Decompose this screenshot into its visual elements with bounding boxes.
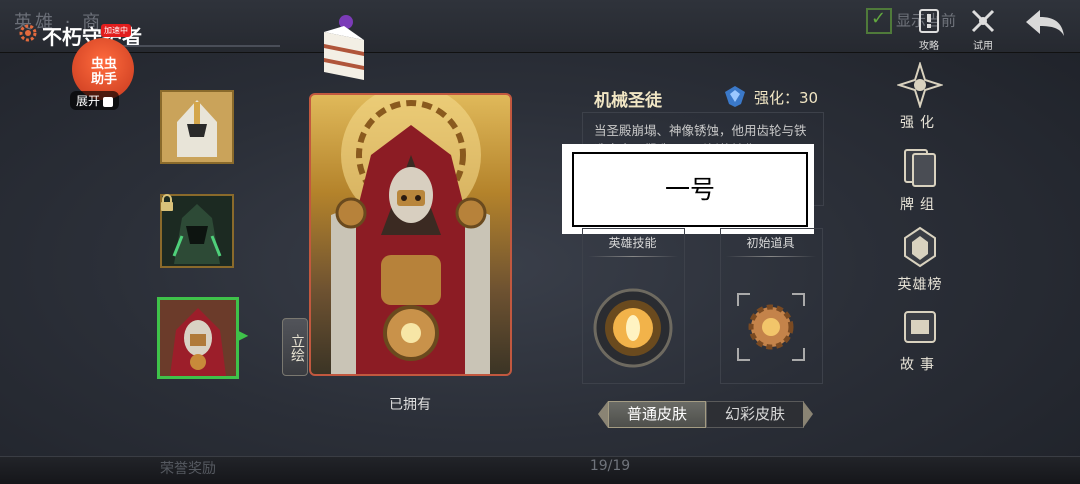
mechanical-saint-art xyxy=(331,95,490,374)
hero-thumbnail-selected[interactable] xyxy=(157,297,239,379)
nav-deck-label: 牌组 xyxy=(900,197,940,213)
owned-status: 已拥有 xyxy=(389,397,431,413)
expand-button[interactable]: 展开 xyxy=(70,91,120,110)
helper-widget-label: 虫虫 助手 xyxy=(90,57,117,87)
divider xyxy=(120,45,280,47)
tab-rainbow-skin[interactable]: 幻彩皮肤 xyxy=(706,401,804,428)
nav-story[interactable]: 故事 xyxy=(890,304,950,374)
trial-label: 试用 xyxy=(973,41,993,52)
skill-icon[interactable] xyxy=(592,287,674,369)
enhance-star-icon xyxy=(895,60,945,110)
checkbox-icon[interactable] xyxy=(866,8,892,34)
nav-enhance[interactable]: 强化 xyxy=(890,60,950,132)
nav-ranking-label: 英雄榜 xyxy=(897,277,943,293)
guide-icon xyxy=(919,9,939,33)
page-indicator: 19/19 xyxy=(589,458,631,474)
hero-title: 机械圣徒 xyxy=(594,91,662,111)
back-arrow-icon[interactable] xyxy=(1022,4,1068,40)
paladin-portrait-icon xyxy=(162,92,232,162)
deck-cards-icon xyxy=(904,149,936,187)
reward-button[interactable]: 荣誉奖励 xyxy=(160,458,216,478)
story-book-icon xyxy=(904,311,936,343)
starting-item-label: 初始道具 xyxy=(746,236,795,250)
helper-status-badge: 加速中 xyxy=(101,24,131,37)
hero-thumbnail-paladin[interactable] xyxy=(160,90,234,164)
crossed-swords-icon xyxy=(971,9,995,33)
expand-label: 展开 xyxy=(76,94,101,108)
divider xyxy=(726,256,816,257)
gear-item-icon[interactable] xyxy=(736,292,806,362)
nav-deck[interactable]: 牌组 xyxy=(890,144,950,214)
enhance-level: 强化：30 xyxy=(754,89,819,107)
divider xyxy=(588,256,678,257)
lock-icon xyxy=(161,194,173,211)
selected-arrow-icon: ▶ xyxy=(236,325,249,344)
overlay-tag-label: 一号 xyxy=(572,152,808,227)
nav-ranking[interactable]: 英雄榜 xyxy=(890,224,950,294)
hero-skill-label: 英雄技能 xyxy=(608,236,657,250)
ranking-crest-icon xyxy=(904,226,936,268)
gear-logo-icon xyxy=(19,24,37,42)
mechanical-saint-portrait-icon xyxy=(160,300,236,376)
portrait-toggle-button[interactable]: 立绘 xyxy=(282,318,308,376)
enhance-crest-icon xyxy=(725,86,745,107)
nav-story-label: 故事 xyxy=(900,357,940,373)
tab-left-cap-icon xyxy=(598,401,608,428)
trial-button[interactable]: 试用 xyxy=(966,8,1000,52)
guide-button[interactable]: 攻略 xyxy=(912,8,946,52)
tab-normal-skin[interactable]: 普通皮肤 xyxy=(608,401,706,428)
hero-card-art[interactable] xyxy=(309,93,512,376)
dice-icon xyxy=(103,96,114,107)
guide-label: 攻略 xyxy=(919,41,939,52)
tab-right-cap-icon xyxy=(803,401,813,428)
cake-icon xyxy=(324,15,364,80)
nav-enhance-label: 强化 xyxy=(900,115,940,131)
